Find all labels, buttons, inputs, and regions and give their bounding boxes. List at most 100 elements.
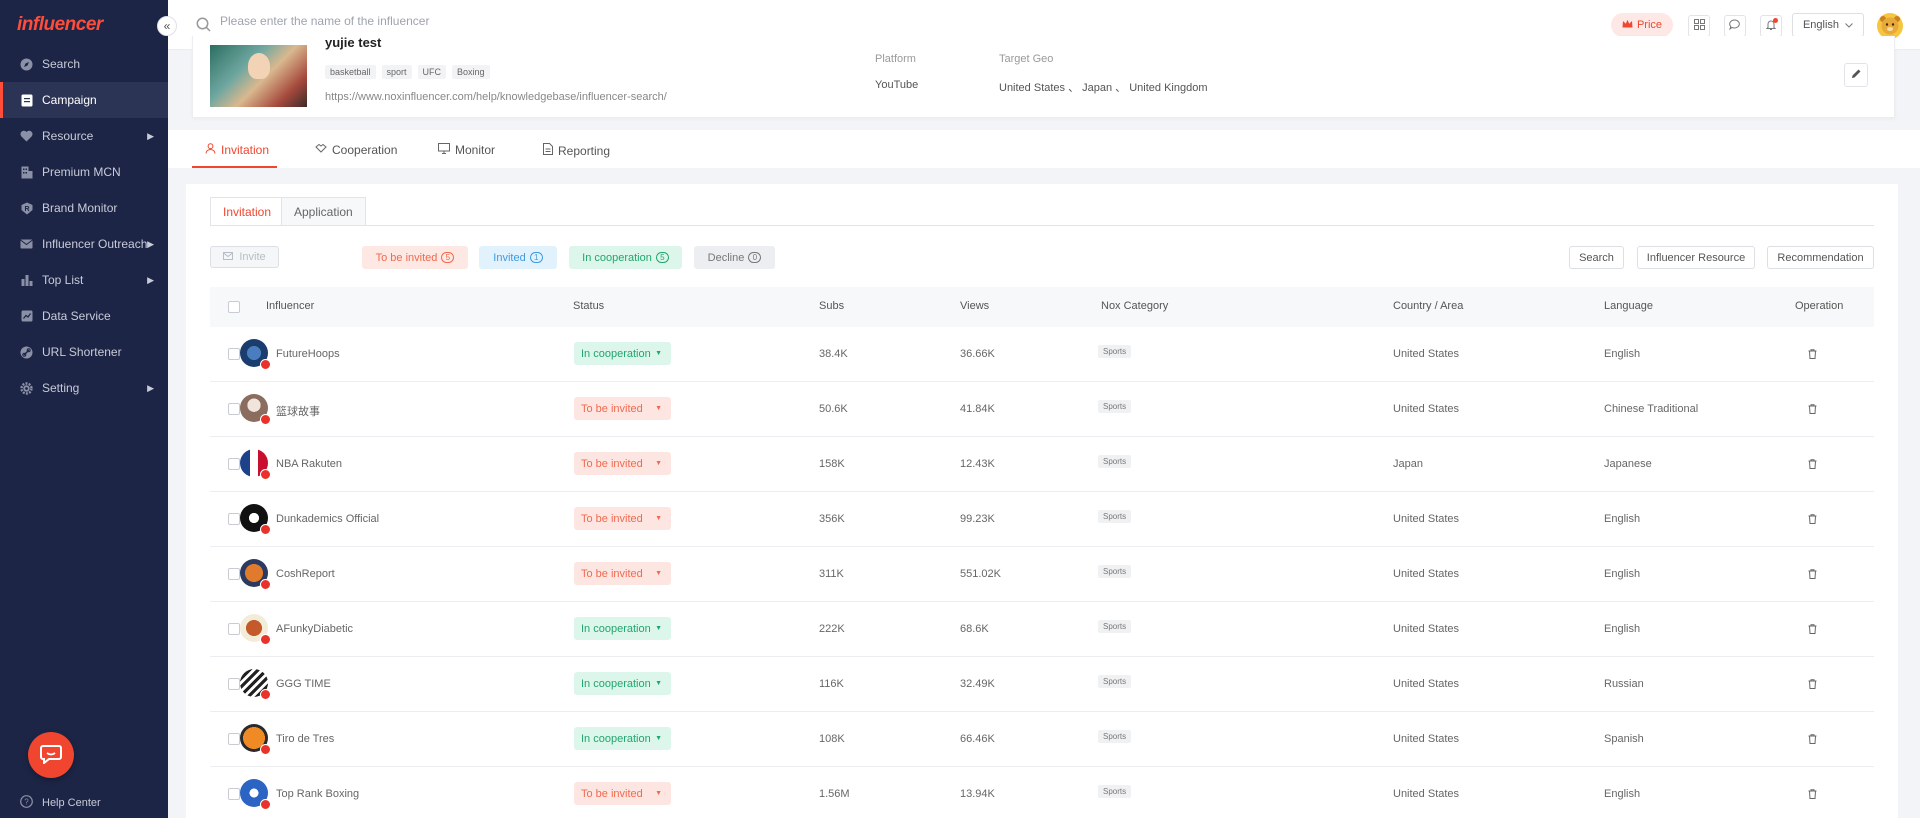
- sidebar-item-premium-mcn[interactable]: Premium MCN: [0, 154, 168, 190]
- sidebar-item-url-shortener[interactable]: URL Shortener: [0, 334, 168, 370]
- influencer-resource-button[interactable]: Influencer Resource: [1637, 246, 1755, 269]
- delete-icon[interactable]: [1808, 458, 1817, 472]
- edit-campaign-button[interactable]: [1844, 63, 1868, 87]
- tab-monitor[interactable]: Monitor: [438, 143, 495, 157]
- help-center-link[interactable]: ? Help Center: [20, 795, 101, 811]
- campaign-tag: basketball: [325, 65, 376, 79]
- filter-decline[interactable]: Decline 0: [694, 246, 775, 269]
- table-row: NBA Rakuten To be invited ▼ 158K 12.43K S…: [210, 437, 1874, 492]
- app-logo[interactable]: influencer: [17, 14, 103, 36]
- subs-value: 222K: [819, 623, 845, 635]
- influencer-name[interactable]: Top Rank Boxing: [276, 788, 359, 800]
- status-dropdown[interactable]: To be invited ▼: [574, 397, 671, 420]
- messages-button[interactable]: [1724, 15, 1746, 37]
- search-button[interactable]: Search: [1569, 246, 1624, 269]
- influencer-name[interactable]: FutureHoops: [276, 348, 340, 360]
- sidebar-item-campaign[interactable]: Campaign: [0, 82, 168, 118]
- influencer-name[interactable]: NBA Rakuten: [276, 458, 342, 470]
- row-checkbox[interactable]: [228, 678, 240, 690]
- column-header-views[interactable]: Views: [960, 300, 989, 312]
- tab-reporting[interactable]: Reporting: [543, 143, 610, 158]
- delete-icon[interactable]: [1808, 733, 1817, 747]
- influencer-name[interactable]: AFunkyDiabetic: [276, 623, 353, 635]
- status-dropdown[interactable]: In cooperation ▼: [574, 342, 671, 365]
- subtab-invitation[interactable]: Invitation: [210, 197, 285, 226]
- notifications-button[interactable]: [1760, 15, 1782, 37]
- sidebar-item-resource[interactable]: Resource ▶: [0, 118, 168, 154]
- status-dropdown[interactable]: In cooperation ▼: [574, 727, 671, 750]
- delete-icon[interactable]: [1808, 788, 1817, 802]
- sidebar-item-search[interactable]: Search: [0, 46, 168, 82]
- select-all-checkbox[interactable]: [228, 301, 240, 313]
- influencer-name[interactable]: 篮球故事: [276, 403, 320, 419]
- status-dropdown[interactable]: In cooperation ▼: [574, 617, 671, 640]
- filter-label: To be invited: [375, 251, 438, 264]
- status-dropdown[interactable]: In cooperation ▼: [574, 672, 671, 695]
- collapse-sidebar-button[interactable]: «: [157, 16, 177, 36]
- row-checkbox[interactable]: [228, 623, 240, 635]
- row-checkbox[interactable]: [228, 513, 240, 525]
- sidebar-item-setting[interactable]: Setting ▶: [0, 370, 168, 406]
- recommendation-button[interactable]: Recommendation: [1767, 246, 1874, 269]
- row-checkbox[interactable]: [228, 458, 240, 470]
- campaign-url[interactable]: https://www.noxinfluencer.com/help/knowl…: [325, 91, 667, 103]
- influencer-name[interactable]: CoshReport: [276, 568, 335, 580]
- table-header: Influencer Status Subs Views Nox Categor…: [210, 287, 1874, 327]
- sidebar: influencer Search Campaign Resource ▶ Pr…: [0, 0, 168, 818]
- status-dropdown[interactable]: To be invited ▼: [574, 452, 671, 475]
- language-value: English: [1604, 623, 1641, 635]
- delete-icon[interactable]: [1808, 623, 1817, 637]
- chat-support-button[interactable]: [28, 732, 74, 778]
- active-tab-indicator: [192, 166, 277, 168]
- caret-right-icon: ▶: [147, 382, 154, 393]
- country-value: United States: [1393, 623, 1460, 635]
- language-value: Russian: [1604, 678, 1644, 690]
- sidebar-item-influencer-outreach[interactable]: Influencer Outreach ▶: [0, 226, 168, 262]
- tab-cooperation[interactable]: Cooperation: [315, 143, 397, 157]
- caret-right-icon: ▶: [147, 274, 154, 285]
- influencer-name[interactable]: Tiro de Tres: [276, 733, 334, 745]
- row-checkbox[interactable]: [228, 348, 240, 360]
- filter-to-be-invited[interactable]: To be invited 5: [362, 246, 468, 269]
- influencer-search-input[interactable]: [220, 14, 820, 28]
- row-checkbox[interactable]: [228, 733, 240, 745]
- filter-invited[interactable]: Invited 1: [479, 246, 557, 269]
- filter-in-cooperation[interactable]: In cooperation 5: [569, 246, 682, 269]
- delete-icon[interactable]: [1808, 403, 1817, 417]
- sidebar-item-brand-monitor[interactable]: R Brand Monitor: [0, 190, 168, 226]
- delete-icon[interactable]: [1808, 348, 1817, 362]
- invite-button[interactable]: Invite: [210, 246, 279, 268]
- row-checkbox[interactable]: [228, 568, 240, 580]
- chat-icon: [1729, 19, 1741, 33]
- status-dropdown[interactable]: To be invited ▼: [574, 782, 671, 805]
- influencer-name[interactable]: Dunkademics Official: [276, 513, 379, 525]
- tab-invitation[interactable]: Invitation: [205, 143, 269, 157]
- sidebar-item-label: Resource: [42, 129, 94, 143]
- tab-label: Cooperation: [332, 143, 398, 157]
- sidebar-item-label: Premium MCN: [42, 165, 121, 179]
- chevron-down-icon: [1845, 19, 1853, 31]
- language-select[interactable]: English: [1792, 13, 1864, 37]
- sidebar-item-top-list[interactable]: Top List ▶: [0, 262, 168, 298]
- row-checkbox[interactable]: [228, 788, 240, 800]
- status-dropdown[interactable]: To be invited ▼: [574, 507, 671, 530]
- apps-grid-button[interactable]: [1688, 15, 1710, 37]
- price-button[interactable]: Price: [1611, 13, 1673, 37]
- sidebar-item-label: Campaign: [42, 93, 97, 107]
- influencer-name[interactable]: GGG TIME: [276, 678, 331, 690]
- category-tag: Sports: [1098, 400, 1132, 413]
- column-header-subs[interactable]: Subs: [819, 300, 844, 312]
- subs-value: 356K: [819, 513, 845, 525]
- delete-icon[interactable]: [1808, 678, 1817, 692]
- category-tag: Sports: [1098, 510, 1132, 523]
- delete-icon[interactable]: [1808, 568, 1817, 582]
- subtab-application[interactable]: Application: [281, 197, 366, 226]
- filter-label: In cooperation: [582, 251, 652, 264]
- youtube-icon: [260, 579, 271, 590]
- status-dropdown[interactable]: To be invited ▼: [574, 562, 671, 585]
- delete-icon[interactable]: [1808, 513, 1817, 527]
- row-checkbox[interactable]: [228, 403, 240, 415]
- status-value: In cooperation: [581, 677, 651, 690]
- link-icon: [20, 346, 33, 359]
- sidebar-item-data-service[interactable]: Data Service: [0, 298, 168, 334]
